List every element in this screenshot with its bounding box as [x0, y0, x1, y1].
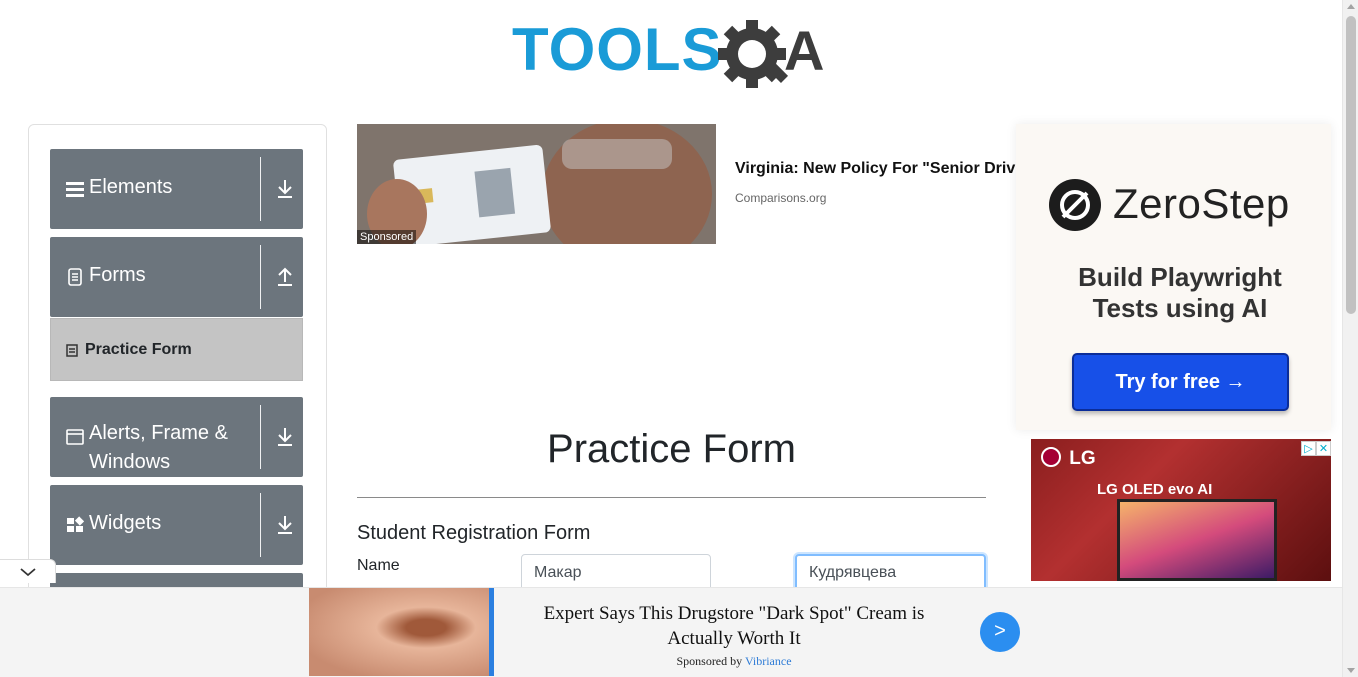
ad-choices[interactable]: ▷ ✕ — [1301, 439, 1331, 457]
page: TOOLS A Elements Forms Practice Form Ale… — [0, 0, 1358, 677]
ad-image[interactable] — [309, 588, 494, 676]
sidebar-group-alerts[interactable]: Alerts, Frame & Windows — [50, 397, 303, 477]
scroll-thumb[interactable] — [1346, 16, 1356, 314]
sponsored-label: Sponsored — [357, 230, 417, 244]
divider — [260, 493, 261, 557]
ad-image[interactable]: Sponsored — [357, 124, 716, 244]
zerostep-logo-icon — [1049, 179, 1101, 231]
close-icon[interactable]: ✕ — [1316, 441, 1331, 456]
sidebar-group-label: Alerts, Frame & Windows — [89, 422, 228, 473]
download-arrow-icon[interactable] — [275, 426, 295, 448]
name-label: Name — [357, 557, 400, 574]
sidebar-group-label: Forms — [89, 264, 146, 286]
ad-source[interactable]: Comparisons.org — [735, 191, 826, 205]
download-arrow-icon[interactable] — [275, 514, 295, 536]
scroll-down-icon[interactable] — [1347, 668, 1355, 673]
page-title: Practice Form — [547, 427, 796, 471]
toolsqa-logo[interactable]: TOOLS A — [512, 16, 834, 90]
divider — [260, 405, 261, 469]
ad-bottom-banner[interactable]: Expert Says This Drugstore "Dark Spot" C… — [0, 587, 1342, 677]
svg-text:A: A — [784, 19, 824, 82]
window-icon — [66, 429, 84, 445]
try-for-free-button[interactable]: Try for free → — [1072, 353, 1289, 411]
divider — [260, 157, 261, 221]
ad-brand: LG — [1041, 447, 1096, 470]
tv-image — [1117, 499, 1277, 581]
sidebar-group-widgets[interactable]: Widgets — [50, 485, 303, 565]
svg-text:TOOLS: TOOLS — [512, 16, 723, 83]
ad-go-button[interactable]: > — [980, 612, 1020, 652]
divider — [260, 245, 261, 309]
ad-sponsor-line: Sponsored by Vibriance — [522, 654, 946, 669]
sponsored-by-label: Sponsored by — [676, 654, 743, 668]
lg-logo-icon — [1041, 447, 1061, 467]
scrollbar[interactable] — [1342, 0, 1358, 677]
ad-photo — [357, 124, 716, 244]
divider — [357, 497, 986, 498]
ad-brand: ZeroStep — [1113, 180, 1290, 227]
ad-zerostep[interactable]: ZeroStep Build Playwright Tests using AI… — [1016, 124, 1331, 430]
ad-headline[interactable]: Virginia: New Policy For "Senior Driv — [735, 160, 1016, 178]
sidebar-group-forms[interactable]: Forms — [50, 237, 303, 317]
sidebar: Elements Forms Practice Form Alerts, Fra… — [28, 124, 327, 603]
sidebar-group-elements[interactable]: Elements — [50, 149, 303, 229]
widgets-icon — [67, 516, 84, 532]
ad-brand-text: LG — [1069, 448, 1096, 469]
sidebar-group-label: Elements — [89, 176, 173, 198]
sidebar-item-label: Practice Form — [85, 341, 192, 358]
ad-headline[interactable]: Expert Says This Drugstore "Dark Spot" C… — [522, 601, 946, 651]
upload-arrow-icon[interactable] — [275, 266, 295, 288]
ad-lg[interactable]: LG LG OLED evo AI ▷ ✕ — [1031, 439, 1331, 581]
ad-tagline: Build Playwright Tests using AI — [1078, 262, 1282, 323]
download-arrow-icon[interactable] — [275, 178, 295, 200]
sidebar-group-label: Widgets — [89, 512, 162, 534]
chevron-down-icon — [20, 568, 36, 577]
collapse-ads-toggle[interactable] — [0, 559, 56, 583]
hamburger-icon — [66, 182, 84, 197]
form-subtitle: Student Registration Form — [357, 522, 591, 544]
adchoices-icon[interactable]: ▷ — [1301, 441, 1316, 456]
document-icon — [68, 268, 82, 286]
sidebar-item-practice-form[interactable]: Practice Form — [50, 318, 303, 381]
form-icon — [66, 344, 78, 357]
scroll-up-icon[interactable] — [1347, 4, 1355, 9]
sponsor-name[interactable]: Vibriance — [745, 654, 792, 668]
ad-product: LG OLED evo AI — [1097, 481, 1213, 498]
